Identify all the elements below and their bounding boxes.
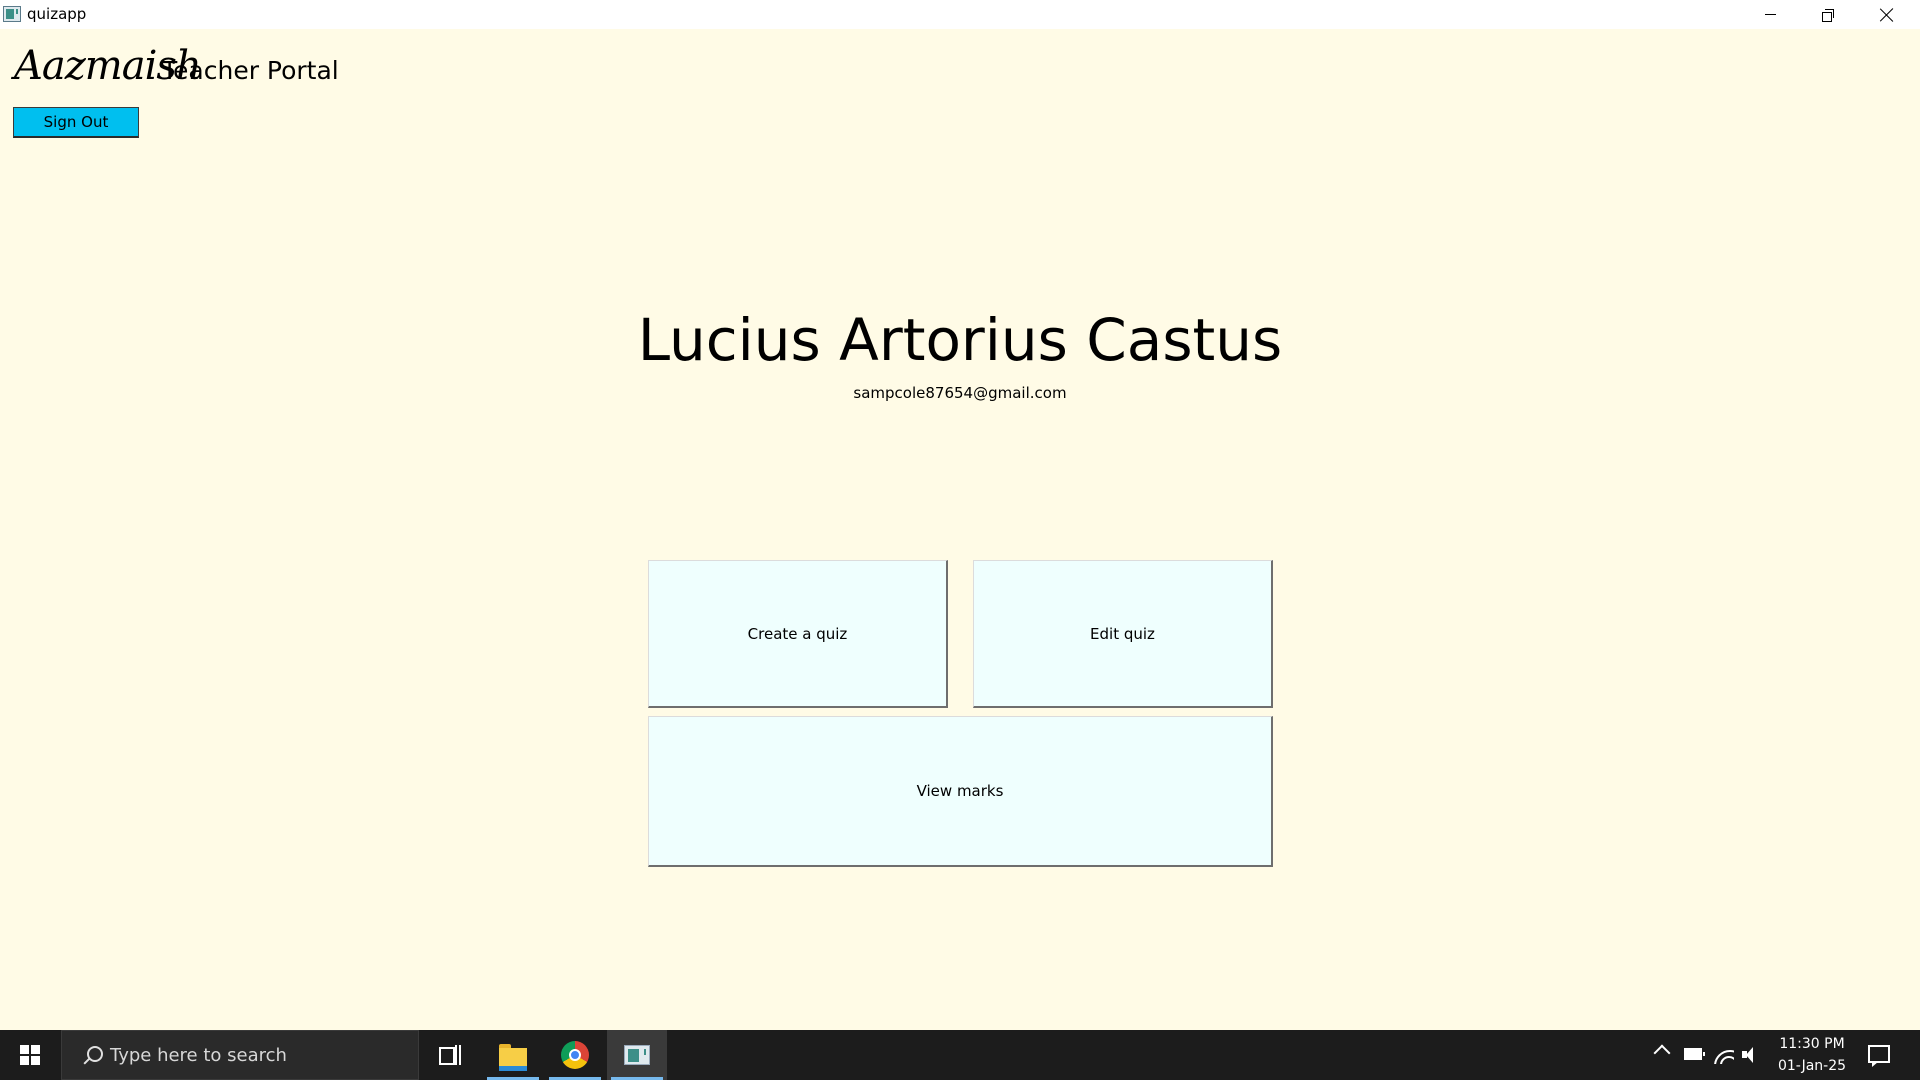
quizapp-taskbar-button[interactable] <box>607 1030 667 1080</box>
close-icon <box>1880 8 1894 22</box>
task-view-button[interactable] <box>420 1030 480 1080</box>
file-explorer-icon <box>499 1044 527 1071</box>
minimize-button[interactable] <box>1741 0 1799 29</box>
window-title: quizapp <box>27 5 87 23</box>
view-marks-button[interactable]: View marks <box>648 716 1273 867</box>
user-email: sampcole87654@gmail.com <box>853 384 1067 402</box>
quizapp-icon <box>624 1045 650 1065</box>
windows-logo-icon <box>20 1045 40 1065</box>
maximize-button[interactable] <box>1799 0 1857 29</box>
volume-icon[interactable] <box>1742 1046 1760 1064</box>
taskbar-search-box[interactable]: Type here to search <box>61 1030 419 1080</box>
start-button[interactable] <box>0 1030 60 1080</box>
tray-chevron-up-icon[interactable] <box>1653 1044 1671 1062</box>
window-titlebar: quizapp <box>0 0 1920 29</box>
maximize-icon <box>1822 8 1834 22</box>
search-icon <box>82 1046 103 1066</box>
clock-time[interactable]: 11:30 PM <box>1770 1034 1854 1054</box>
create-quiz-button[interactable]: Create a quiz <box>648 560 948 708</box>
battery-icon[interactable] <box>1684 1048 1705 1060</box>
notification-center-icon[interactable] <box>1868 1045 1890 1067</box>
sign-out-button[interactable]: Sign Out <box>13 107 139 138</box>
close-button[interactable] <box>1858 0 1916 29</box>
edit-quiz-button[interactable]: Edit quiz <box>973 560 1273 708</box>
search-placeholder: Type here to search <box>110 1045 287 1066</box>
wifi-icon[interactable] <box>1714 1044 1734 1064</box>
chrome-button[interactable] <box>545 1030 605 1080</box>
chrome-icon <box>561 1041 589 1069</box>
portal-title: Teacher Portal <box>162 56 339 85</box>
minimize-icon <box>1764 14 1776 15</box>
task-view-icon <box>439 1045 461 1065</box>
quizapp-icon <box>3 6 21 22</box>
taskbar: Type here to search 11:30 PM 01-Jan-25 <box>0 1030 1920 1080</box>
clock-date[interactable]: 01-Jan-25 <box>1770 1056 1854 1076</box>
user-name: Lucius Artorius Castus <box>637 306 1283 374</box>
file-explorer-button[interactable] <box>483 1030 543 1080</box>
